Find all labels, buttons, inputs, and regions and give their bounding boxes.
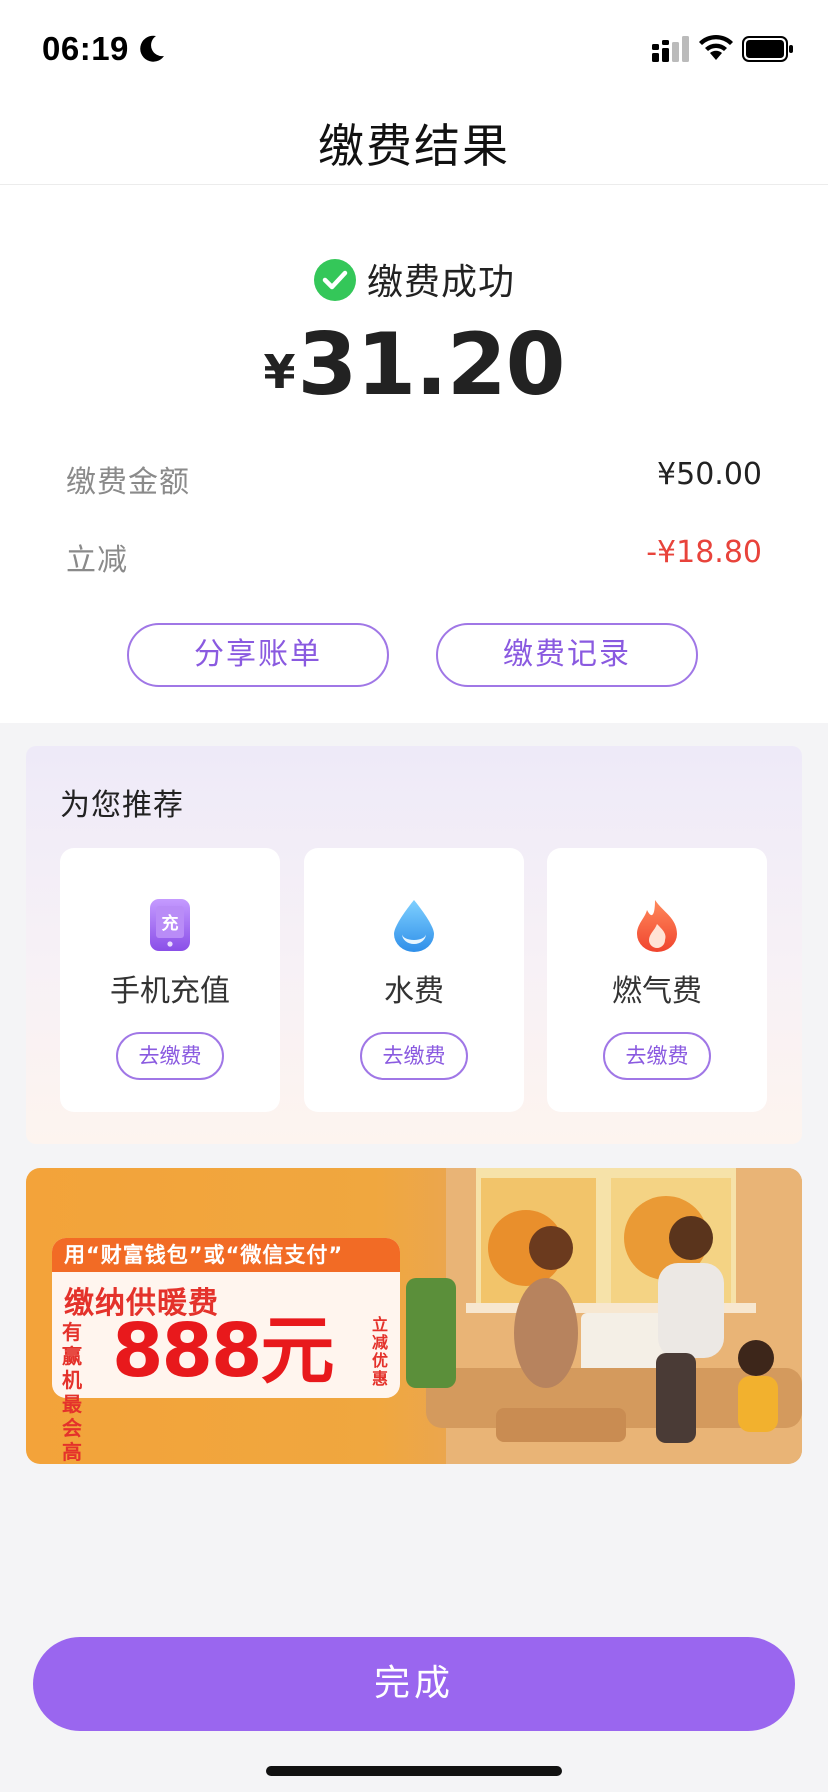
done-button[interactable]: 完成 [33, 1637, 795, 1731]
go-pay-button[interactable]: 去缴费 [360, 1032, 468, 1080]
recommend-item-label: 手机充值 [110, 974, 230, 1009]
recommend-card: 为您推荐 充 手机充值 去缴费 水费 去缴费 燃气费 去缴费 [26, 746, 802, 1144]
paid-amount: ¥31.20 [0, 315, 828, 415]
detail-label: 缴费金额 [66, 465, 190, 500]
detail-row-payment-amount: 缴费金额 ¥50.00 [66, 457, 762, 500]
payment-result-section: 缴费成功 ¥31.20 缴费金额 ¥50.00 立减 -¥18.80 分享账单 … [0, 185, 828, 723]
page-title: 缴费结果 [318, 119, 510, 173]
detail-row-discount: 立减 -¥18.80 [66, 535, 762, 578]
flame-icon [637, 900, 677, 952]
detail-value: -¥18.80 [646, 535, 762, 570]
check-circle-icon [313, 259, 356, 301]
recommend-item-label: 燃气费 [612, 974, 702, 1009]
success-status: 缴费成功 [0, 253, 828, 305]
wifi-icon [699, 34, 733, 60]
go-pay-button[interactable]: 去缴费 [116, 1032, 224, 1080]
status-bar: 06:19 [0, 0, 828, 96]
share-bill-button[interactable]: 分享账单 [127, 623, 389, 687]
status-time: 06:19 [42, 30, 129, 67]
nav-bar: 缴费结果 [0, 96, 828, 185]
signal-icon [652, 36, 689, 62]
recommend-title: 为您推荐 [60, 788, 184, 823]
recommend-item-phone-recharge[interactable]: 充 手机充值 去缴费 [60, 848, 280, 1112]
promo-amount: 888元 [112, 1308, 334, 1394]
recommend-item-water[interactable]: 水费 去缴费 [304, 848, 524, 1112]
recommend-item-label: 水费 [384, 974, 444, 1009]
detail-label: 立减 [66, 543, 128, 578]
amount-value: 31.20 [297, 315, 565, 415]
recharge-glyph: 充 [162, 913, 179, 934]
water-drop-icon [394, 900, 434, 952]
currency-symbol: ¥ [263, 345, 296, 399]
home-indicator [266, 1766, 562, 1776]
go-pay-button[interactable]: 去缴费 [603, 1032, 711, 1080]
phone-recharge-icon: 充 [150, 899, 190, 951]
moon-icon [140, 35, 164, 62]
recommend-item-gas[interactable]: 燃气费 去缴费 [547, 848, 767, 1112]
detail-value: ¥50.00 [657, 457, 762, 492]
promo-side-text: 有赢机最会高 [62, 1320, 82, 1464]
promo-vertical-text: 立减优惠 [372, 1315, 389, 1388]
heating-fee-promo-banner[interactable]: 用“财富钱包”或“微信支付” 缴纳供暖费 有赢机最会高 888元 立减优惠 [26, 1168, 802, 1464]
battery-icon [742, 36, 793, 62]
payment-records-button[interactable]: 缴费记录 [436, 623, 698, 687]
promo-tag: 用“财富钱包”或“微信支付” [52, 1238, 400, 1272]
success-text: 缴费成功 [366, 262, 515, 303]
